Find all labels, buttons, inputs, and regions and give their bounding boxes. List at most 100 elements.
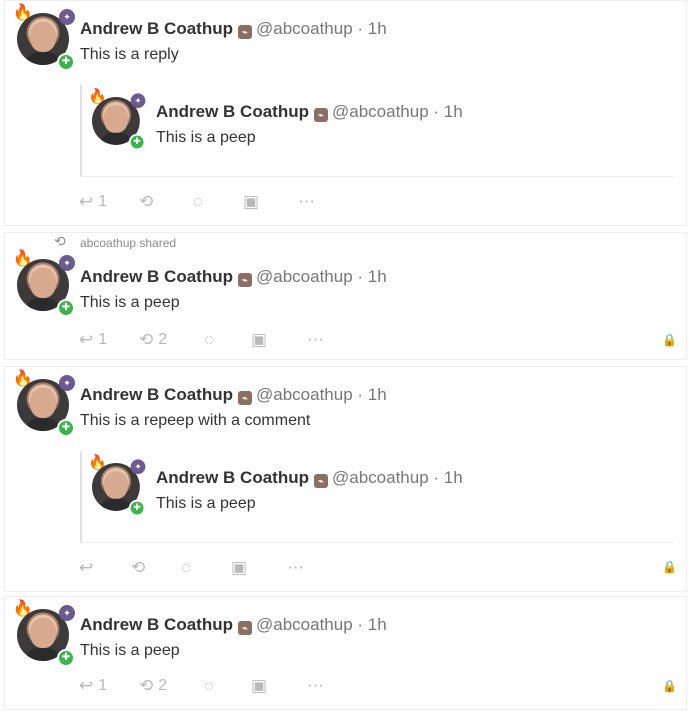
avatar[interactable]: 🔥 ✦ ✚ xyxy=(87,454,146,517)
author-handle[interactable]: @abcoathup xyxy=(332,468,429,487)
reply-count: 1 xyxy=(98,193,108,210)
more-button[interactable]: ⋯ xyxy=(287,558,304,578)
more-icon: ⋯ xyxy=(307,676,324,695)
quoted-peep[interactable]: 🔥 ✦ ✚ Andrew B Coathup ⌁ @abcoathup · 1h T… xyxy=(80,451,674,543)
author-name-text[interactable]: Andrew B Coathup xyxy=(156,468,309,487)
github-icon: ◌ xyxy=(181,558,192,577)
avatar[interactable]: 🔥 ✦ ✚ xyxy=(12,3,75,71)
time-ago[interactable]: 1h xyxy=(368,267,387,286)
shared-by-label[interactable]: abcoathup shared xyxy=(80,236,176,250)
green-badge-icon: ✚ xyxy=(57,419,75,437)
money-button[interactable]: ▣ xyxy=(251,330,267,350)
time-ago[interactable]: 1h xyxy=(368,615,387,634)
author-handle[interactable]: @abcoathup xyxy=(256,385,353,404)
github-button[interactable]: ◌ xyxy=(204,676,214,696)
repeep-button[interactable]: ⟲ xyxy=(139,192,158,212)
author-name-text[interactable]: Andrew B Coathup xyxy=(80,615,233,634)
author-handle[interactable]: @abcoathup xyxy=(256,615,353,634)
money-icon: ▣ xyxy=(231,558,248,577)
github-icon: ◌ xyxy=(204,330,215,349)
reply-button[interactable]: ↩ 1 xyxy=(79,192,107,212)
reply-button[interactable]: ↩ 1 xyxy=(79,330,107,350)
repeep-count: 2 xyxy=(158,331,168,348)
purple-badge-icon: ✦ xyxy=(59,9,75,25)
author-name-text[interactable]: Andrew B Coathup xyxy=(80,267,233,286)
avatar[interactable]: 🔥 ✦ ✚ xyxy=(12,369,75,437)
author-name-text[interactable]: Andrew B Coathup xyxy=(80,19,233,38)
github-icon: ⌁ xyxy=(314,474,328,488)
reply-icon: ↩ xyxy=(79,676,94,695)
purple-badge-icon: ✦ xyxy=(59,255,75,271)
peep-card: 🔥 ✦ ✚ Andrew B Coathup ⌁ @abcoathup · 1h T… xyxy=(4,596,687,710)
author-name[interactable]: Andrew B Coathup ⌁ @abcoathup · 1h xyxy=(80,615,387,635)
github-button[interactable]: ◌ xyxy=(193,192,203,212)
reply-icon: ↩ xyxy=(79,330,94,349)
author-name-text[interactable]: Andrew B Coathup xyxy=(156,102,309,121)
reply-icon: ↩ xyxy=(79,192,94,211)
dot-separator: · xyxy=(428,468,444,487)
dot-separator: · xyxy=(352,615,368,634)
author-name[interactable]: Andrew B Coathup ⌁ @abcoathup · 1h xyxy=(80,267,387,287)
more-icon: ⋯ xyxy=(287,558,304,577)
avatar[interactable]: 🔥 ✦ ✚ xyxy=(12,599,75,667)
github-icon: ◌ xyxy=(204,676,215,695)
peep-text: This is a peep xyxy=(156,495,256,512)
peep-text: This is a peep xyxy=(80,642,180,659)
github-button[interactable]: ◌ xyxy=(204,330,214,350)
repeep-icon: ⟲ xyxy=(139,676,154,695)
dot-separator: · xyxy=(352,19,368,38)
author-name[interactable]: Andrew B Coathup ⌁ @abcoathup · 1h xyxy=(156,102,463,122)
author-name[interactable]: Andrew B Coathup ⌁ @abcoathup · 1h xyxy=(80,19,387,39)
money-button[interactable]: ▣ xyxy=(251,676,267,696)
github-icon: ⌁ xyxy=(238,25,252,39)
lock-icon: 🔒 xyxy=(662,560,677,574)
github-icon: ◌ xyxy=(193,192,204,211)
reply-button[interactable]: ↩ 1 xyxy=(79,676,107,696)
more-button[interactable]: ⋯ xyxy=(307,676,324,696)
github-icon: ⌁ xyxy=(238,273,252,287)
purple-badge-icon: ✦ xyxy=(59,375,75,391)
more-button[interactable]: ⋯ xyxy=(298,192,315,212)
more-button[interactable]: ⋯ xyxy=(307,330,324,350)
author-handle[interactable]: @abcoathup xyxy=(256,19,353,38)
time-ago[interactable]: 1h xyxy=(444,468,463,487)
avatar[interactable]: 🔥 ✦ ✚ xyxy=(12,249,75,317)
peep-text: This is a peep xyxy=(80,294,180,311)
repeep-icon: ⟲ xyxy=(54,233,66,249)
github-button[interactable]: ◌ xyxy=(181,558,191,578)
green-badge-icon: ✚ xyxy=(128,499,146,517)
reply-button[interactable]: ↩ xyxy=(79,558,98,578)
money-button[interactable]: ▣ xyxy=(231,558,247,578)
author-name[interactable]: Andrew B Coathup ⌁ @abcoathup · 1h xyxy=(80,385,387,405)
author-handle[interactable]: @abcoathup xyxy=(256,267,353,286)
time-ago[interactable]: 1h xyxy=(368,385,387,404)
reply-count: 1 xyxy=(98,677,108,694)
time-ago[interactable]: 1h xyxy=(444,102,463,121)
lock-icon: 🔒 xyxy=(662,679,677,693)
more-icon: ⋯ xyxy=(307,330,324,349)
time-ago[interactable]: 1h xyxy=(368,19,387,38)
repeep-icon: ⟲ xyxy=(139,192,154,211)
purple-badge-icon: ✦ xyxy=(59,605,75,621)
author-handle[interactable]: @abcoathup xyxy=(332,102,429,121)
money-icon: ▣ xyxy=(251,676,268,695)
green-badge-icon: ✚ xyxy=(128,133,146,151)
dot-separator: · xyxy=(352,385,368,404)
more-icon: ⋯ xyxy=(298,192,315,211)
repeep-button[interactable]: ⟲ xyxy=(131,558,150,578)
repeep-button[interactable]: ⟲ 2 xyxy=(139,330,167,350)
author-name-text[interactable]: Andrew B Coathup xyxy=(80,385,233,404)
avatar[interactable]: 🔥 ✦ ✚ xyxy=(87,88,146,151)
author-name[interactable]: Andrew B Coathup ⌁ @abcoathup · 1h xyxy=(156,468,463,488)
repeep-button[interactable]: ⟲ 2 xyxy=(139,676,167,696)
green-badge-icon: ✚ xyxy=(57,299,75,317)
repeep-icon: ⟲ xyxy=(131,558,146,577)
dot-separator: · xyxy=(352,267,368,286)
money-button[interactable]: ▣ xyxy=(243,192,259,212)
money-icon: ▣ xyxy=(251,330,268,349)
quoted-peep[interactable]: 🔥 ✦ ✚ Andrew B Coathup ⌁ @abcoathup · 1h T… xyxy=(80,85,674,177)
github-icon: ⌁ xyxy=(238,391,252,405)
lock-icon: 🔒 xyxy=(662,333,677,347)
peep-text: This is a peep xyxy=(156,129,256,146)
peep-card: 🔥 ✦ ✚ Andrew B Coathup ⌁ @abcoathup · 1h T… xyxy=(4,366,687,592)
